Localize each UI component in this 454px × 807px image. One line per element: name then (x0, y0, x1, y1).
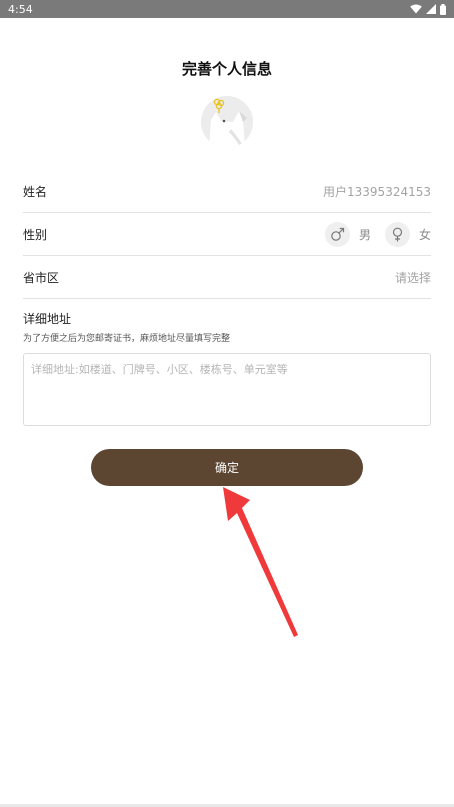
annotation-arrow-icon (223, 487, 298, 637)
